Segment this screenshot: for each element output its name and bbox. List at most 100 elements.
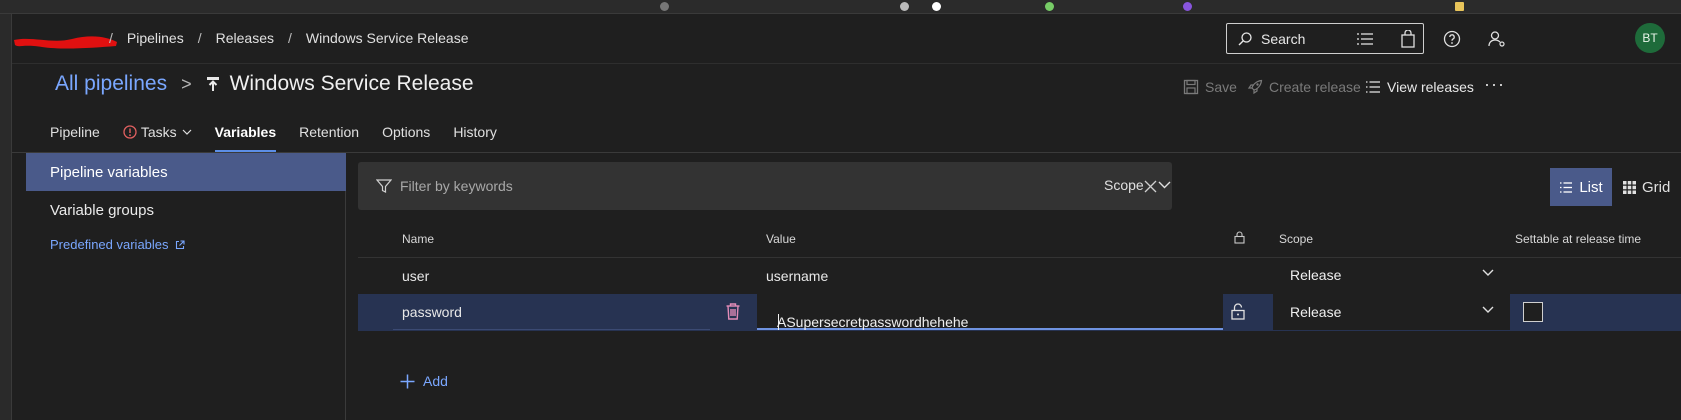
help-icon[interactable] [1441, 28, 1463, 50]
release-pipeline-icon [206, 77, 219, 91]
add-variable-button[interactable]: Add [400, 373, 448, 389]
column-header-scope: Scope [1279, 232, 1314, 246]
tab-variables[interactable]: Variables [214, 121, 277, 153]
scope-value: Release [1290, 267, 1342, 283]
tab-pipeline[interactable]: Pipeline [50, 121, 100, 143]
chevron-right-icon: > [181, 73, 192, 94]
sidebar-item-label: Variable groups [50, 201, 154, 219]
scope-value: Release [1290, 304, 1342, 320]
grid-view-label: Grid [1642, 178, 1671, 196]
plus-icon [400, 374, 415, 388]
tab-tasks[interactable]: Tasks [123, 121, 192, 143]
page-title-row: All pipelines > Windows Service Release [55, 72, 474, 96]
tab-label: Retention [299, 124, 360, 140]
table-row[interactable]: user username Release [358, 258, 1681, 293]
list-view-toggle[interactable]: List [1550, 168, 1612, 206]
predefined-variables-link[interactable]: Predefined variables [50, 237, 185, 252]
breadcrumb-separator: / [287, 30, 292, 46]
column-header-name: Name [402, 232, 435, 246]
breadcrumb: / Pipelines / Releases / Windows Service… [109, 30, 469, 46]
sidebar-item-pipeline-variables[interactable]: Pipeline variables [26, 153, 346, 191]
lock-icon [1234, 231, 1245, 244]
search-placeholder: Search [1261, 30, 1306, 47]
filter-bar[interactable]: Filter by keywords Scope [358, 162, 1172, 210]
scope-dropdown[interactable]: Release [1273, 257, 1510, 293]
tab-label: Variables [214, 124, 277, 140]
top-header: / Pipelines / Releases / Windows Service… [12, 14, 1681, 64]
save-button[interactable]: Save [1183, 79, 1237, 95]
rocket-icon [1247, 79, 1263, 95]
all-pipelines-link[interactable]: All pipelines [55, 72, 167, 96]
bookmark-favicon [1455, 2, 1464, 11]
settable-at-release-checkbox[interactable] [1523, 302, 1543, 322]
variable-name-field[interactable]: password [393, 294, 710, 330]
chevron-down-icon [1158, 181, 1171, 189]
view-releases-button[interactable]: View releases [1365, 79, 1474, 95]
save-label: Save [1205, 79, 1237, 95]
bookmark-favicon [660, 2, 669, 11]
page-title: Windows Service Release [229, 72, 474, 95]
more-actions-button[interactable]: ··· [1484, 74, 1505, 95]
filter-keywords-input[interactable]: Filter by keywords [400, 178, 513, 194]
table-row-selected[interactable]: password ASupersecretpasswordhehehe Rele… [358, 294, 1681, 331]
unlock-icon[interactable] [1231, 303, 1245, 320]
bookmark-favicon [1045, 2, 1054, 11]
tab-label: Tasks [140, 124, 177, 140]
list-view-label: List [1579, 178, 1603, 196]
grid-view-toggle[interactable]: Grid [1623, 168, 1670, 206]
breadcrumb-releases[interactable]: Releases [216, 30, 274, 46]
predefined-variables-label: Predefined variables [50, 237, 169, 252]
breadcrumb-pipelines[interactable]: Pipelines [127, 30, 184, 46]
marketplace-bag-icon[interactable] [1397, 28, 1419, 50]
tab-label: Pipeline [50, 124, 100, 140]
tab-retention[interactable]: Retention [299, 121, 359, 143]
warning-circle-icon [123, 125, 137, 139]
create-release-button[interactable]: Create release [1247, 79, 1361, 95]
breadcrumb-separator: / [109, 30, 113, 46]
pipeline-tabs: Pipeline Tasks Variables Retention Optio… [50, 121, 520, 153]
filter-funnel-icon [376, 179, 392, 193]
browser-bookmarks-bar [0, 0, 1681, 14]
scope-filter-dropdown[interactable]: Scope [1104, 177, 1171, 193]
create-release-label: Create release [1269, 79, 1361, 95]
bookmark-favicon [932, 2, 941, 11]
grid-icon [1623, 180, 1636, 194]
redacted-org-name [14, 36, 117, 49]
breadcrumb-separator: / [197, 30, 202, 46]
variables-sidebar: Pipeline variables Variable groups Prede… [26, 153, 346, 420]
text-caret [778, 314, 779, 330]
external-link-icon [175, 239, 185, 249]
tab-label: Options [382, 124, 431, 140]
column-header-settable-at-release-time: Settable at release time [1515, 232, 1642, 246]
list-icon [1366, 81, 1380, 93]
column-header-value: Value [766, 232, 796, 246]
variable-name: user [402, 268, 430, 284]
sidebar-item-variable-groups[interactable]: Variable groups [26, 191, 346, 229]
tab-options[interactable]: Options [382, 121, 430, 143]
scope-filter-label: Scope [1104, 177, 1144, 193]
variable-name: password [402, 304, 462, 320]
window-edge [0, 14, 12, 420]
variable-value: username [766, 268, 829, 284]
view-releases-label: View releases [1387, 79, 1474, 95]
tab-label: History [453, 124, 497, 140]
bookmark-favicon [900, 2, 909, 11]
chevron-down-icon [1482, 269, 1494, 276]
save-icon [1183, 79, 1199, 95]
close-icon[interactable] [1144, 180, 1157, 193]
delete-trash-icon[interactable] [726, 303, 740, 320]
user-settings-icon[interactable] [1486, 28, 1508, 50]
scope-dropdown[interactable]: Release [1273, 294, 1510, 330]
chevron-down-icon [1482, 306, 1494, 313]
variable-value-text: ASupersecretpasswordhehehe [777, 314, 969, 330]
work-items-icon[interactable] [1354, 28, 1376, 50]
bookmark-favicon [1183, 2, 1192, 11]
search-box[interactable]: Search [1226, 23, 1424, 54]
sidebar-item-label: Pipeline variables [50, 163, 168, 181]
tab-history[interactable]: History [453, 121, 497, 143]
user-avatar[interactable]: BT [1635, 23, 1665, 53]
add-label: Add [423, 373, 448, 389]
breadcrumb-current-release[interactable]: Windows Service Release [306, 30, 469, 46]
variable-value-field[interactable]: ASupersecretpasswordhehehe [757, 294, 1223, 330]
search-icon [1238, 31, 1252, 45]
